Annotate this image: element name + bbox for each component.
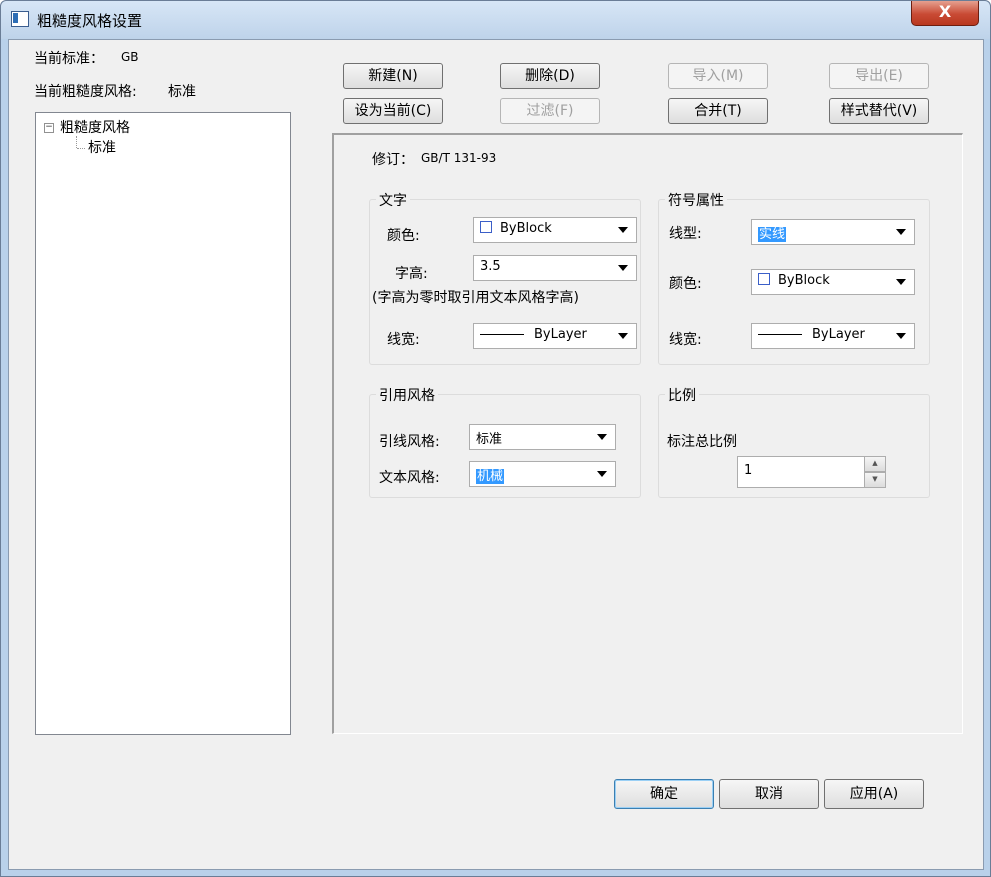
set-current-button[interactable]: 设为当前(C)	[343, 98, 443, 124]
tree-root-item[interactable]: 粗糙度风格	[60, 117, 130, 137]
chevron-down-icon[interactable]	[896, 279, 906, 285]
tree-connector	[77, 148, 85, 149]
export-button[interactable]: 导出(E)	[829, 63, 929, 89]
symbol-group-title: 符号属性	[665, 190, 727, 210]
scale-group-title: 比例	[665, 385, 699, 405]
text-style-value: 机械	[476, 469, 505, 484]
tree-expand-icon[interactable]: −	[44, 123, 54, 133]
color-swatch-icon	[758, 273, 770, 285]
style-tree[interactable]: − 粗糙度风格 标准	[35, 112, 291, 735]
new-button[interactable]: 新建(N)	[343, 63, 443, 89]
line-sample-icon	[758, 334, 802, 335]
chevron-down-icon[interactable]	[597, 434, 607, 440]
symbol-linewidth-label: 线宽:	[669, 332, 702, 348]
text-height-label: 字高:	[395, 266, 428, 282]
symbol-linetype-label: 线型:	[669, 226, 702, 242]
text-color-label: 颜色:	[387, 228, 420, 244]
merge-button[interactable]: 合并(T)	[668, 98, 768, 124]
symbol-color-select[interactable]: ByBlock	[751, 269, 915, 295]
symbol-color-value: ByBlock	[778, 273, 830, 288]
import-button[interactable]: 导入(M)	[668, 63, 768, 89]
current-standard-value: GB	[121, 50, 139, 64]
spin-up-icon[interactable]: ▲	[864, 456, 886, 472]
text-height-note: (字高为零时取引用文本风格字高)	[372, 290, 579, 306]
text-height-value: 3.5	[480, 259, 501, 274]
reference-style-group-title: 引用风格	[376, 385, 438, 405]
symbol-linetype-select[interactable]: 实线	[751, 219, 915, 245]
symbol-linewidth-select[interactable]: ByLayer	[751, 323, 915, 349]
line-sample-icon	[480, 334, 524, 335]
style-replace-button[interactable]: 样式替代(V)	[829, 98, 929, 124]
window-title: 粗糙度风格设置	[37, 12, 143, 30]
leader-style-value: 标准	[476, 432, 503, 447]
current-standard-label: 当前标准：	[34, 51, 104, 67]
text-linewidth-value: ByLayer	[534, 327, 587, 342]
chevron-down-icon[interactable]	[618, 227, 628, 233]
chevron-down-icon[interactable]	[618, 333, 628, 339]
close-button[interactable]: X	[911, 1, 979, 26]
tree-child-item[interactable]: 标准	[88, 137, 116, 157]
text-style-label: 文本风格:	[379, 470, 440, 486]
delete-button[interactable]: 删除(D)	[500, 63, 600, 89]
chevron-down-icon[interactable]	[597, 471, 607, 477]
color-swatch-icon	[480, 221, 492, 233]
total-scale-label: 标注总比例	[667, 434, 737, 450]
spin-down-icon[interactable]: ▼	[864, 472, 886, 488]
leader-style-label: 引线风格:	[379, 434, 440, 450]
filter-button[interactable]: 过滤(F)	[500, 98, 600, 124]
ok-button[interactable]: 确定	[614, 779, 714, 809]
text-color-value: ByBlock	[500, 221, 552, 236]
text-height-select[interactable]: 3.5	[473, 255, 637, 281]
symbol-linetype-value: 实线	[758, 227, 787, 242]
symbol-linewidth-value: ByLayer	[812, 327, 865, 342]
revision-label: 修订：	[372, 152, 414, 168]
title-bar[interactable]: 粗糙度风格设置 X	[1, 1, 990, 39]
app-icon	[11, 11, 29, 27]
apply-button[interactable]: 应用(A)	[824, 779, 924, 809]
tree-connector	[76, 136, 77, 148]
text-group-title: 文字	[376, 190, 410, 210]
text-linewidth-label: 线宽:	[387, 332, 420, 348]
cancel-button[interactable]: 取消	[719, 779, 819, 809]
chevron-down-icon[interactable]	[896, 229, 906, 235]
scale-spinner[interactable]: ▲ ▼	[864, 456, 886, 488]
leader-style-select[interactable]: 标准	[469, 424, 616, 450]
symbol-color-label: 颜色:	[669, 276, 702, 292]
revision-value: GB/T 131-93	[421, 151, 497, 165]
total-scale-value: 1	[744, 463, 753, 478]
chevron-down-icon[interactable]	[618, 265, 628, 271]
total-scale-input[interactable]: 1	[737, 456, 866, 488]
text-style-select[interactable]: 机械	[469, 461, 616, 487]
text-color-select[interactable]: ByBlock	[473, 217, 637, 243]
chevron-down-icon[interactable]	[896, 333, 906, 339]
dialog-window: 粗糙度风格设置 X 当前标准： GB 当前粗糙度风格: 标准 − 粗糙度风格 标…	[0, 0, 991, 877]
current-style-value: 标准	[168, 84, 196, 100]
text-linewidth-select[interactable]: ByLayer	[473, 323, 637, 349]
current-style-label: 当前粗糙度风格:	[34, 84, 137, 100]
